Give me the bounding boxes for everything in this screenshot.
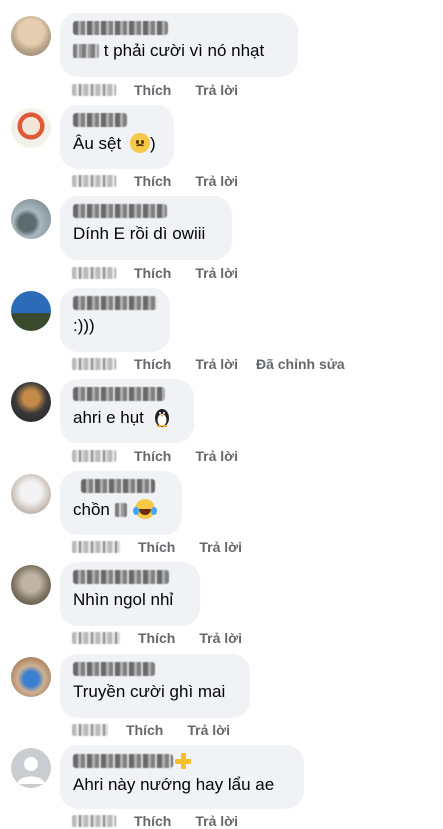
author-name[interactable] xyxy=(73,754,173,768)
blurred-text xyxy=(114,503,127,517)
timestamp[interactable] xyxy=(72,815,116,827)
comment-text: :))) xyxy=(73,316,158,336)
comment-text-content: Truyền cười ghì mai xyxy=(73,682,226,701)
comment-text-content: Ahri này nướng hay lẩu ae xyxy=(73,775,275,794)
comment-bubble: Nhìn ngol nhỉ xyxy=(60,562,200,626)
comment-text: Nhìn ngol nhỉ xyxy=(73,590,188,610)
blurred-text xyxy=(73,44,99,58)
comment-actions: Thích Trả lời Đã chỉnh sửa xyxy=(72,356,345,372)
author-name[interactable] xyxy=(73,662,155,676)
avatar[interactable] xyxy=(11,108,51,148)
like-button[interactable]: Thích xyxy=(134,173,171,189)
comment-text: Âu sệt ) xyxy=(73,133,162,154)
avatar[interactable] xyxy=(11,474,51,514)
comment-text: chồn xyxy=(73,499,170,520)
timestamp[interactable] xyxy=(72,724,108,736)
comment-bubble: ahri e hụt xyxy=(60,379,194,443)
comment-bubble: chồn xyxy=(60,471,182,535)
comment-bubble: :))) xyxy=(60,288,170,352)
author-name[interactable] xyxy=(81,479,155,493)
comment-bubble: t phải cười vì nó nhạt xyxy=(60,13,298,77)
reply-button[interactable]: Trả lời xyxy=(195,265,238,281)
timestamp[interactable] xyxy=(72,358,116,370)
timestamp[interactable] xyxy=(72,175,116,187)
avatar[interactable] xyxy=(11,748,51,788)
like-button[interactable]: Thích xyxy=(134,265,171,281)
comment-bubble: Âu sệt ) xyxy=(60,105,174,169)
reply-button[interactable]: Trả lời xyxy=(195,356,238,372)
comment-actions: Thích Trả lời xyxy=(72,630,260,646)
reply-button[interactable]: Trả lời xyxy=(199,630,242,646)
avatar[interactable] xyxy=(11,657,51,697)
comment-text-content: Nhìn ngol nhỉ xyxy=(73,590,174,609)
comment-text: ahri e hụt xyxy=(73,407,182,428)
edited-label: Đã chỉnh sửa xyxy=(255,356,345,372)
comment-text-content: t phải cười vì nó nhạt xyxy=(103,41,265,60)
comment-text-content: chồn xyxy=(73,500,110,519)
avatar[interactable] xyxy=(11,565,51,605)
laughing-tears-emoji xyxy=(133,499,158,519)
comment-text-content: :))) xyxy=(73,316,95,335)
avatar[interactable] xyxy=(11,382,51,422)
like-button[interactable]: Thích xyxy=(134,448,171,464)
comment-bubble: Truyền cười ghì mai xyxy=(60,654,250,718)
comment-text: t phải cười vì nó nhạt xyxy=(73,41,286,61)
comment-actions: Thích Trả lời xyxy=(72,173,256,189)
avatar[interactable] xyxy=(11,16,51,56)
author-name[interactable] xyxy=(73,387,165,401)
author-name[interactable] xyxy=(73,296,157,310)
reply-button[interactable]: Trả lời xyxy=(187,722,230,738)
timestamp[interactable] xyxy=(72,632,120,644)
author-row xyxy=(73,753,292,769)
comment-text: Ahri này nướng hay lẩu ae xyxy=(73,775,292,795)
comment-text-content: ahri e hụt xyxy=(73,408,144,427)
timestamp[interactable] xyxy=(72,541,120,553)
comment-text: Truyền cười ghì mai xyxy=(73,682,238,702)
comment-actions: Thích Trả lời xyxy=(72,265,256,281)
avatar[interactable] xyxy=(11,291,51,331)
reply-button[interactable]: Trả lời xyxy=(195,448,238,464)
penguin-emoji xyxy=(154,409,169,427)
author-name[interactable] xyxy=(73,570,169,584)
comment-bubble: Dính E rồi dì owiii xyxy=(60,196,232,260)
comment-text: Dính E rồi dì owiii xyxy=(73,224,220,244)
comment-actions: Thích Trả lời xyxy=(72,722,248,738)
comment-actions: Thích Trả lời xyxy=(72,448,256,464)
comment-actions: Thích Trả lời xyxy=(72,82,256,98)
timestamp[interactable] xyxy=(72,84,116,96)
like-button[interactable]: Thích xyxy=(134,813,171,829)
reply-button[interactable]: Trả lời xyxy=(199,539,242,555)
comment-text-suffix: ) xyxy=(149,134,156,153)
author-name[interactable] xyxy=(73,21,168,35)
reply-button[interactable]: Trả lời xyxy=(195,813,238,829)
like-button[interactable]: Thích xyxy=(126,722,163,738)
avatar[interactable] xyxy=(11,199,51,239)
timestamp[interactable] xyxy=(72,450,116,462)
reply-button[interactable]: Trả lời xyxy=(195,173,238,189)
reply-button[interactable]: Trả lời xyxy=(195,82,238,98)
like-button[interactable]: Thích xyxy=(134,356,171,372)
default-avatar-icon xyxy=(17,757,45,784)
like-button[interactable]: Thích xyxy=(138,630,175,646)
comment-text-content: Dính E rồi dì owiii xyxy=(73,224,206,243)
author-name[interactable] xyxy=(73,113,127,127)
comment-text-content: Âu sệt xyxy=(73,134,122,153)
plus-icon xyxy=(175,753,191,769)
comment-bubble: Ahri này nướng hay lẩu ae xyxy=(60,745,304,809)
comment-actions: Thích Trả lời xyxy=(72,813,256,829)
author-name[interactable] xyxy=(73,204,167,218)
like-button[interactable]: Thích xyxy=(138,539,175,555)
sad-face-emoji xyxy=(129,133,150,153)
comment-actions: Thích Trả lời xyxy=(72,539,260,555)
timestamp[interactable] xyxy=(72,267,116,279)
like-button[interactable]: Thích xyxy=(134,82,171,98)
